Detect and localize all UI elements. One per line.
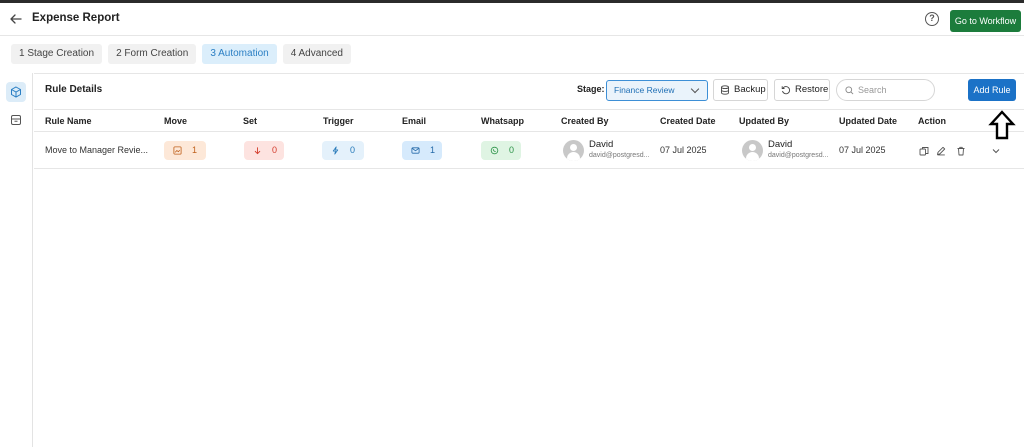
updated-by-email: david@postgresd... bbox=[768, 152, 829, 159]
search-input[interactable] bbox=[858, 83, 930, 97]
add-rule-button[interactable]: Add Rule bbox=[968, 79, 1016, 101]
backup-button[interactable]: Backup bbox=[713, 79, 768, 101]
chevron-down-icon bbox=[690, 84, 700, 94]
rail-archive-button[interactable] bbox=[6, 110, 26, 130]
tab-automation[interactable]: 3 Automation bbox=[202, 44, 277, 64]
mail-icon bbox=[411, 147, 420, 154]
email-count-badge[interactable]: 1 bbox=[402, 141, 442, 160]
updated-date-cell: 07 Jul 2025 bbox=[839, 145, 886, 155]
move-count: 1 bbox=[192, 145, 198, 155]
column-action: Action bbox=[918, 116, 946, 126]
column-set: Set bbox=[243, 116, 258, 126]
whatsapp-icon bbox=[490, 146, 499, 155]
database-icon bbox=[721, 85, 729, 95]
restore-icon bbox=[781, 86, 791, 95]
stage-select[interactable]: Finance Review bbox=[606, 80, 708, 101]
set-count-badge[interactable]: 0 bbox=[244, 141, 284, 160]
trigger-count-badge[interactable]: 0 bbox=[322, 141, 364, 160]
rail-rules-button[interactable] bbox=[6, 82, 26, 102]
set-count: 0 bbox=[272, 145, 278, 155]
stage-label: Stage: bbox=[577, 84, 605, 94]
avatar bbox=[742, 140, 763, 161]
tab-stage-creation[interactable]: 1 Stage Creation bbox=[11, 44, 103, 64]
whatsapp-count-badge[interactable]: 0 bbox=[481, 141, 521, 160]
column-created-date: Created Date bbox=[660, 116, 716, 126]
move-count-badge[interactable]: 1 bbox=[164, 141, 206, 160]
cube-icon bbox=[11, 86, 21, 98]
arrow-down-icon bbox=[254, 147, 261, 155]
column-updated-by: Updated By bbox=[739, 116, 790, 126]
lightning-icon bbox=[332, 146, 339, 155]
backup-label: Backup bbox=[734, 84, 766, 95]
column-created-by: Created By bbox=[561, 116, 609, 126]
avatar bbox=[563, 140, 584, 161]
up-arrow-annotation-icon bbox=[988, 110, 1016, 140]
column-updated-date: Updated Date bbox=[839, 116, 898, 126]
search-box bbox=[836, 79, 935, 101]
go-to-workflow-button[interactable]: Go to Workflow bbox=[950, 10, 1021, 32]
whatsapp-count: 0 bbox=[509, 145, 515, 155]
created-by-email: david@postgresd... bbox=[589, 152, 650, 159]
page-title: Expense Report bbox=[32, 12, 120, 24]
rule-name-cell[interactable]: Move to Manager Revie... bbox=[45, 145, 148, 155]
rules-panel: Rule Details Stage: Finance Review Backu… bbox=[34, 73, 1024, 447]
trash-icon[interactable] bbox=[956, 146, 966, 156]
tab-advanced[interactable]: 4 Advanced bbox=[282, 44, 351, 64]
column-trigger: Trigger bbox=[323, 116, 354, 126]
copy-icon[interactable] bbox=[919, 146, 929, 156]
image-frame-icon bbox=[173, 146, 182, 155]
side-rail bbox=[0, 73, 33, 447]
step-tabs: 1 Stage Creation 2 Form Creation 3 Autom… bbox=[11, 44, 351, 64]
panel-title: Rule Details bbox=[45, 84, 103, 95]
column-move: Move bbox=[164, 116, 188, 126]
edit-pencil-icon[interactable] bbox=[936, 146, 946, 156]
trigger-count: 0 bbox=[350, 145, 356, 155]
email-count: 1 bbox=[430, 145, 436, 155]
created-date-cell: 07 Jul 2025 bbox=[660, 145, 707, 155]
stage-select-value: Finance Review bbox=[614, 85, 675, 95]
column-rule-name: Rule Name bbox=[45, 116, 92, 126]
help-circle-icon[interactable]: ? bbox=[925, 12, 939, 26]
column-whatsapp: Whatsapp bbox=[481, 116, 525, 126]
back-arrow-icon[interactable] bbox=[8, 11, 24, 27]
search-icon bbox=[845, 86, 854, 95]
archive-box-icon bbox=[11, 115, 21, 125]
tab-form-creation[interactable]: 2 Form Creation bbox=[108, 44, 197, 64]
table-row[interactable]: Move to Manager Revie... 1 0 0 1 0 David… bbox=[34, 132, 1024, 169]
column-email: Email bbox=[402, 116, 427, 126]
app-header: Expense Report ? Go to Workflow bbox=[0, 3, 1024, 36]
chevron-down-icon[interactable] bbox=[991, 146, 1001, 156]
table-header: Rule Name Move Set Trigger Email Whatsap… bbox=[34, 109, 1024, 132]
created-by-name: David bbox=[589, 139, 614, 150]
restore-label: Restore bbox=[795, 84, 829, 95]
updated-by-name: David bbox=[768, 139, 793, 150]
restore-button[interactable]: Restore bbox=[774, 79, 830, 101]
